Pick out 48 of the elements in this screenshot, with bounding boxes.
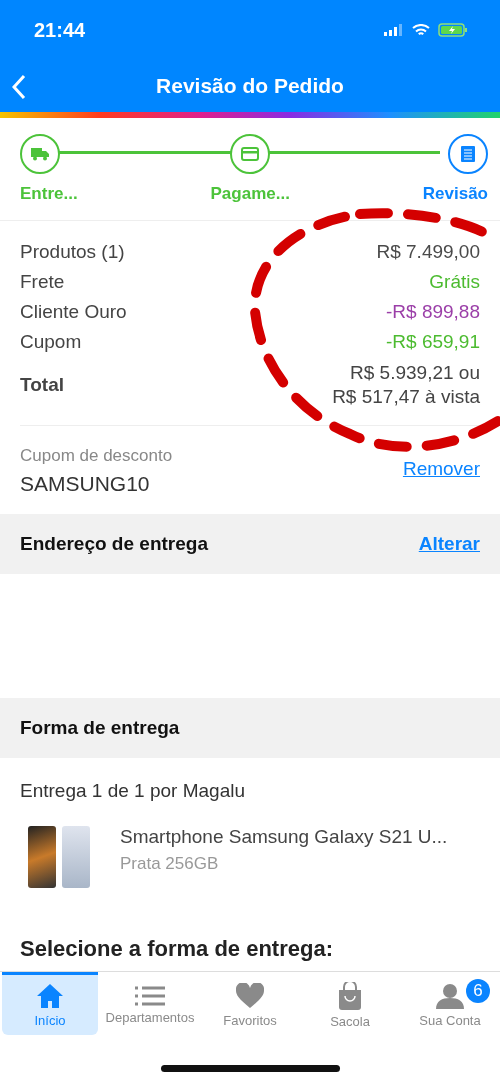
summary-value: R$ 7.499,00 [376, 241, 480, 263]
summary-label: Produtos (1) [20, 241, 125, 263]
remove-link[interactable]: Remover [402, 458, 480, 480]
tab-bar-item[interactable]: Departamentos [102, 972, 198, 1035]
step-circle[interactable] [448, 134, 488, 174]
shipment-label: Entrega 1 de 1 por Magalu [19, 779, 246, 802]
wifi-icon [412, 23, 430, 37]
bag-icon [337, 981, 363, 1010]
battery-icon [438, 23, 468, 37]
section-heading: Selecione a forma de entrega: [19, 935, 334, 962]
signal-icon [384, 24, 404, 36]
user-icon [436, 982, 464, 1009]
cash-price: R$ 517,47 à vista [332, 385, 480, 409]
coupon-label: Cupom de desconto [20, 446, 173, 466]
change-link[interactable]: Alterar [418, 533, 480, 555]
truck-icon [31, 147, 49, 161]
notification-badge: 6 [466, 979, 490, 1003]
tab-bar-item[interactable]: Início [2, 972, 98, 1035]
phone-photo [28, 826, 92, 888]
step-label: Pagame... [210, 184, 290, 204]
step-label: Entre... [20, 184, 78, 204]
status-time: 21:44 [34, 18, 86, 42]
back-button[interactable] [10, 72, 28, 102]
page-title: Revisão do Pedido [156, 74, 344, 98]
product-variant: Prata 256GB [120, 854, 220, 874]
section-title: Endereço de entrega [20, 533, 208, 555]
heart-icon [236, 982, 264, 1009]
coupon-code: SAMSUNG10 [20, 472, 151, 496]
section-title: Forma de entrega [20, 717, 180, 739]
list-icon [135, 985, 165, 1006]
summary-label: Cliente Ouro [20, 301, 127, 323]
summary-value: -R$ 659,91 [386, 331, 480, 353]
document-icon [461, 146, 475, 162]
product-name: Smartphone Samsung Galaxy S21 U... [120, 826, 448, 848]
summary-label: Frete [20, 271, 65, 293]
step-label: Revisão [422, 184, 488, 204]
summary-label: Cupom [20, 331, 82, 353]
step-circle[interactable] [230, 134, 271, 174]
tab-bar-item[interactable]: Favoritos [202, 972, 298, 1035]
step-circle[interactable] [20, 134, 60, 174]
summary-value: Grátis [429, 271, 480, 293]
tab-bar-item[interactable]: Sua Conta 6 [402, 972, 498, 1035]
home-icon [36, 982, 64, 1009]
tab-bar-item[interactable]: Sacola [302, 972, 398, 1035]
card-icon [241, 147, 260, 161]
summary-value: -R$ 899,88 [386, 301, 480, 323]
total-value: R$ 5.939,21 ou [350, 361, 480, 385]
total-label: Total [20, 374, 64, 396]
